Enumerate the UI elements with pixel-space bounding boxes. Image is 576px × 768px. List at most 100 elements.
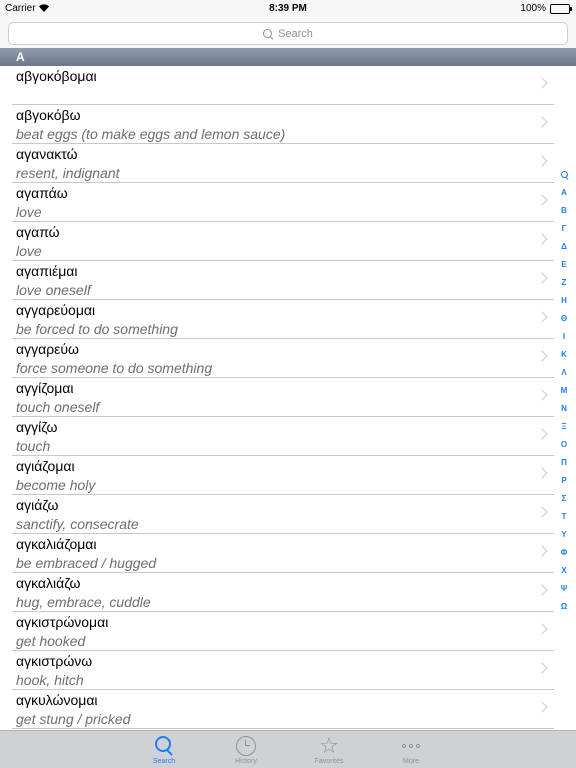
- entry-word: αγκαλιάζω: [16, 575, 81, 591]
- index-letter[interactable]: Y: [556, 526, 572, 544]
- list-item[interactable]: αγκιστρώνομαι get hooked: [0, 612, 554, 651]
- entry-definition: become holy: [16, 477, 96, 493]
- entry-definition: be forced to do something: [16, 321, 178, 337]
- index-letter[interactable]: Z: [556, 274, 572, 292]
- tab-search-label: Search: [152, 758, 176, 765]
- chevron-right-icon: [536, 77, 548, 89]
- list-item[interactable]: αγιάζω sanctify, consecrate: [0, 495, 554, 534]
- index-letter[interactable]: Π: [556, 454, 572, 472]
- index-letter[interactable]: Θ: [556, 310, 572, 328]
- chevron-right-icon: [536, 350, 548, 362]
- tab-history-label: History: [235, 758, 257, 765]
- entry-definition: force someone to do something: [16, 360, 213, 376]
- tab-search[interactable]: Search: [134, 733, 194, 768]
- status-time: 8:39 PM: [269, 3, 307, 14]
- battery-percentage: 100%: [520, 3, 546, 14]
- chevron-right-icon: [536, 155, 548, 167]
- entry-definition: sanctify, consecrate: [16, 516, 139, 532]
- entry-word: αγκυλώνομαι: [16, 692, 98, 708]
- tab-history[interactable]: History: [216, 733, 276, 768]
- chevron-right-icon: [536, 428, 548, 440]
- entry-word: αγγαρεύομαι: [16, 302, 96, 318]
- index-letter[interactable]: O: [556, 436, 572, 454]
- chevron-right-icon: [536, 584, 548, 596]
- entry-word: αβγοκόβομαι: [16, 68, 97, 84]
- entry-definition: be embraced / hugged: [16, 555, 157, 571]
- word-list[interactable]: αβγοκόβομαι αβγοκόβω beat eggs (to make eg…: [0, 66, 554, 730]
- index-letter[interactable]: H: [556, 292, 572, 310]
- entry-word: αγανακτώ: [16, 146, 78, 162]
- list-item[interactable]: αγκυλώνομαι get stung / pricked: [0, 690, 554, 729]
- list-item[interactable]: αγιάζομαι become holy: [0, 456, 554, 495]
- index-letter[interactable]: N: [556, 400, 572, 418]
- tab-more-label: More: [403, 758, 419, 765]
- index-letter[interactable]: Σ: [556, 490, 572, 508]
- entry-word: αγκιστρώνω: [16, 653, 93, 669]
- list-item[interactable]: αγγίζω touch: [0, 417, 554, 456]
- index-letter[interactable]: Γ: [556, 220, 572, 238]
- entry-definition: touch: [16, 438, 51, 454]
- entry-definition: beat eggs (to make eggs and lemon sauce): [16, 126, 286, 142]
- chevron-right-icon: [536, 311, 548, 323]
- index-letter[interactable]: B: [556, 202, 572, 220]
- list-item[interactable]: αγγίζομαι touch oneself: [0, 378, 554, 417]
- section-index[interactable]: ABΓΔEZHΘIKΛMNΞOΠPΣTYΦXΨΩ: [556, 166, 572, 616]
- entry-definition: get stung / pricked: [16, 711, 131, 727]
- index-letter[interactable]: P: [556, 472, 572, 490]
- index-letter[interactable]: Ξ: [556, 418, 572, 436]
- index-letter[interactable]: Ψ: [556, 580, 572, 598]
- index-letter[interactable]: T: [556, 508, 572, 526]
- search-input[interactable]: Search: [8, 22, 568, 45]
- chevron-right-icon: [536, 623, 548, 635]
- entry-definition: love: [16, 204, 42, 220]
- list-item[interactable]: αγγαρεύομαι be forced to do something: [0, 300, 554, 339]
- entry-definition: resent, indignant: [16, 165, 120, 181]
- entry-word: αγαπάω: [16, 185, 68, 201]
- entry-definition: touch oneself: [16, 399, 100, 415]
- entry-word: αβγοκόβω: [16, 107, 81, 123]
- list-item[interactable]: αγαπάω love: [0, 183, 554, 222]
- index-search-icon[interactable]: [556, 166, 572, 184]
- tab-more[interactable]: More: [381, 733, 441, 768]
- tab-favorites[interactable]: ☆ Favorites: [299, 733, 359, 768]
- list-item[interactable]: αγκαλιάζομαι be embraced / hugged: [0, 534, 554, 573]
- list-item[interactable]: αβγοκόβομαι: [0, 66, 554, 105]
- index-letter[interactable]: K: [556, 346, 572, 364]
- list-item[interactable]: αγκιστρώνω hook, hitch: [0, 651, 554, 690]
- entry-word: αγκιστρώνομαι: [16, 614, 109, 630]
- index-letter[interactable]: X: [556, 562, 572, 580]
- chevron-right-icon: [536, 701, 548, 713]
- entry-definition: hug, embrace, cuddle: [16, 594, 151, 610]
- chevron-right-icon: [536, 545, 548, 557]
- clock-icon: [235, 735, 257, 757]
- entry-word: αγαπώ: [16, 224, 60, 240]
- search-icon: [263, 28, 273, 39]
- list-item[interactable]: αγαπιέμαι love oneself: [0, 261, 554, 300]
- index-letter[interactable]: A: [556, 184, 572, 202]
- chevron-right-icon: [536, 467, 548, 479]
- chevron-right-icon: [536, 662, 548, 674]
- search-placeholder: Search: [278, 27, 313, 40]
- status-bar: Carrier 8:39 PM 100%: [0, 0, 576, 18]
- entry-word: αγιάζομαι: [16, 458, 75, 474]
- index-letter[interactable]: M: [556, 382, 572, 400]
- tab-favorites-label: Favorites: [314, 758, 344, 765]
- list-item[interactable]: αβγοκόβω beat eggs (to make eggs and lemo…: [0, 105, 554, 144]
- list-item[interactable]: αγγαρεύω force someone to do something: [0, 339, 554, 378]
- entry-word: αγιάζω: [16, 497, 59, 513]
- chevron-right-icon: [536, 116, 548, 128]
- index-letter[interactable]: Δ: [556, 238, 572, 256]
- chevron-right-icon: [536, 194, 548, 206]
- index-letter[interactable]: I: [556, 328, 572, 346]
- entry-definition: get hooked: [16, 633, 86, 649]
- list-item[interactable]: αγκαλιάζω hug, embrace, cuddle: [0, 573, 554, 612]
- index-letter[interactable]: E: [556, 256, 572, 274]
- entry-word: αγγαρεύω: [16, 341, 79, 357]
- index-letter[interactable]: Φ: [556, 544, 572, 562]
- index-letter[interactable]: Λ: [556, 364, 572, 382]
- entry-word: αγαπιέμαι: [16, 263, 78, 279]
- list-item[interactable]: αγαπώ love: [0, 222, 554, 261]
- entry-word: αγκαλιάζομαι: [16, 536, 97, 552]
- list-item[interactable]: αγανακτώ resent, indignant: [0, 144, 554, 183]
- index-letter[interactable]: Ω: [556, 598, 572, 616]
